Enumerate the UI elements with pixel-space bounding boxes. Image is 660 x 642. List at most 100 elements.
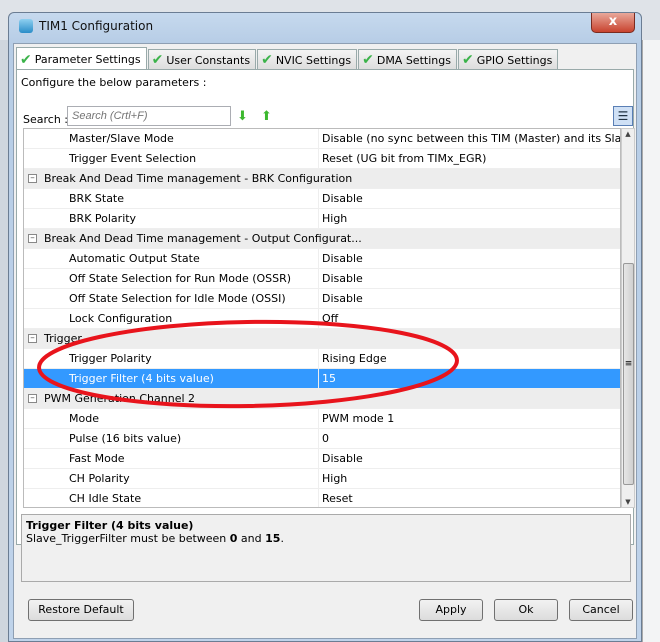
parameter-value[interactable]: High [319,209,620,228]
background-window-right [642,40,660,642]
group-row[interactable]: – Break And Dead Time management - BRK Co… [24,169,620,189]
tab-gpio-settings[interactable]: ✔ GPIO Settings [457,49,559,70]
scrollbar-thumb[interactable]: ≡ [623,263,634,485]
parameter-name: Trigger Polarity [24,349,319,368]
parameter-name: Master/Slave Mode [24,129,319,148]
table-row[interactable]: Automatic Output State Disable [24,249,620,269]
parameter-value[interactable]: Disable [319,249,620,268]
tab-label: GPIO Settings [476,53,553,67]
restore-default-button[interactable]: Restore Default [28,599,134,621]
parameter-value[interactable]: Off [319,309,620,328]
description-text: Slave_TriggerFilter must be between 0 an… [26,532,284,545]
parameter-value[interactable]: High [319,469,620,488]
parameter-value[interactable]: Reset [319,489,620,507]
table-row[interactable]: Off State Selection for Idle Mode (OSSI)… [24,289,620,309]
table-row[interactable]: Trigger Polarity Rising Edge [24,349,620,369]
vertical-scrollbar[interactable]: ▲ ≡ ▼ [621,128,635,508]
title-bar: TIM1 Configuration [19,19,153,33]
parameter-name: BRK State [24,189,319,208]
parameter-name: Off State Selection for Run Mode (OSSR) [24,269,319,288]
check-icon: ✔ [362,52,374,68]
parameter-name: Automatic Output State [24,249,319,268]
parameter-panel: Configure the below parameters : Search … [16,69,635,582]
table-row[interactable]: Master/Slave Mode Disable (no sync betwee… [24,129,620,149]
search-prev-arrow-up-icon[interactable]: ⬆ [261,109,272,124]
parameter-name: CH Polarity [24,469,319,488]
collapse-icon[interactable]: – [28,334,37,343]
group-row[interactable]: – PWM Generation Channel 2 [24,389,620,409]
parameter-name: Pulse (16 bits value) [24,429,319,448]
tab-label: Parameter Settings [34,53,141,66]
app-icon [19,19,33,33]
check-icon: ✔ [261,52,273,68]
dialog-body: ✔ Parameter Settings ✔ User Constants ✔ NVIC … [13,43,637,639]
parameter-value[interactable]: 15 [319,369,620,388]
apply-button[interactable]: Apply [419,599,483,621]
collapse-icon[interactable]: – [28,174,37,183]
parameter-value[interactable]: 0 [319,429,620,448]
table-row[interactable]: CH Polarity High [24,469,620,489]
parameter-name: Trigger Filter (4 bits value) [24,369,319,388]
parameter-name: Fast Mode [24,449,319,468]
list-view-toggle-icon[interactable]: ☰ [613,106,633,126]
tab-dma-settings[interactable]: ✔ DMA Settings [358,49,457,70]
parameter-name: BRK Polarity [24,209,319,228]
background-window-left [0,40,8,642]
table-row[interactable]: Off State Selection for Run Mode (OSSR) D… [24,269,620,289]
table-row[interactable]: BRK Polarity High [24,209,620,229]
tab-nvic-settings[interactable]: ✔ NVIC Settings [257,49,358,70]
search-label: Search : [23,113,68,126]
parameter-value[interactable]: Disable [319,189,620,208]
group-label: PWM Generation Channel 2 [44,392,196,405]
parameter-value[interactable]: PWM mode 1 [319,409,620,428]
table-row[interactable]: Mode PWM mode 1 [24,409,620,429]
tab-label: NVIC Settings [275,53,352,67]
parameter-table: Master/Slave Mode Disable (no sync betwee… [23,128,621,508]
scroll-down-icon[interactable]: ▼ [622,498,634,506]
description-title: Trigger Filter (4 bits value) [26,519,194,532]
check-icon: ✔ [151,52,164,68]
parameter-value[interactable]: Disable [319,449,620,468]
parameter-name: Mode [24,409,319,428]
table-row[interactable]: BRK State Disable [24,189,620,209]
parameter-name: Trigger Event Selection [24,149,319,168]
parameter-value[interactable]: Disable [319,289,620,308]
tab-user-constants[interactable]: ✔ User Constants [147,49,257,70]
table-row[interactable]: Lock Configuration Off [24,309,620,329]
collapse-icon[interactable]: – [28,394,37,403]
group-label: Break And Dead Time management - BRK Con… [44,172,353,185]
check-icon: ✔ [20,51,32,68]
group-label: Trigger [44,332,82,345]
tab-label: User Constants [166,53,251,67]
search-next-arrow-down-icon[interactable]: ⬇ [237,109,248,124]
group-label: Break And Dead Time management - Output … [44,232,362,245]
parameter-value[interactable]: Reset (UG bit from TIMx_EGR) [319,149,620,168]
table-row[interactable]: Fast Mode Disable [24,449,620,469]
description-box: Trigger Filter (4 bits value) Slave_Trig… [21,514,631,582]
configure-label: Configure the below parameters : [21,76,207,89]
parameter-value[interactable]: Disable (no sync between this TIM (Maste… [319,129,620,148]
cancel-button[interactable]: Cancel [569,599,633,621]
ok-button[interactable]: Ok [494,599,558,621]
table-row[interactable]: Trigger Event Selection Reset (UG bit fro… [24,149,620,169]
dialog-window: TIM1 Configuration x ✔ Parameter Settings… [8,12,642,642]
table-row[interactable]: CH Idle State Reset [24,489,620,507]
parameter-value[interactable]: Rising Edge [319,349,620,368]
parameter-value[interactable]: Disable [319,269,620,288]
search-input[interactable] [67,106,231,126]
tab-bar: ✔ Parameter Settings ✔ User Constants ✔ NVIC … [16,46,559,71]
tab-parameter-settings[interactable]: ✔ Parameter Settings [16,47,147,71]
table-row[interactable]: Pulse (16 bits value) 0 [24,429,620,449]
scroll-up-icon[interactable]: ▲ [622,130,634,138]
group-row[interactable]: – Break And Dead Time management - Output… [24,229,620,249]
table-row[interactable]: Trigger Filter (4 bits value) 15 [24,369,620,389]
parameter-name: Lock Configuration [24,309,319,328]
close-button[interactable]: x [591,13,635,33]
group-row[interactable]: – Trigger [24,329,620,349]
collapse-icon[interactable]: – [28,234,37,243]
check-icon: ✔ [461,52,474,68]
parameter-name: Off State Selection for Idle Mode (OSSI) [24,289,319,308]
parameter-name: CH Idle State [24,489,319,507]
tab-label: DMA Settings [376,53,451,67]
window-title: TIM1 Configuration [39,19,154,33]
